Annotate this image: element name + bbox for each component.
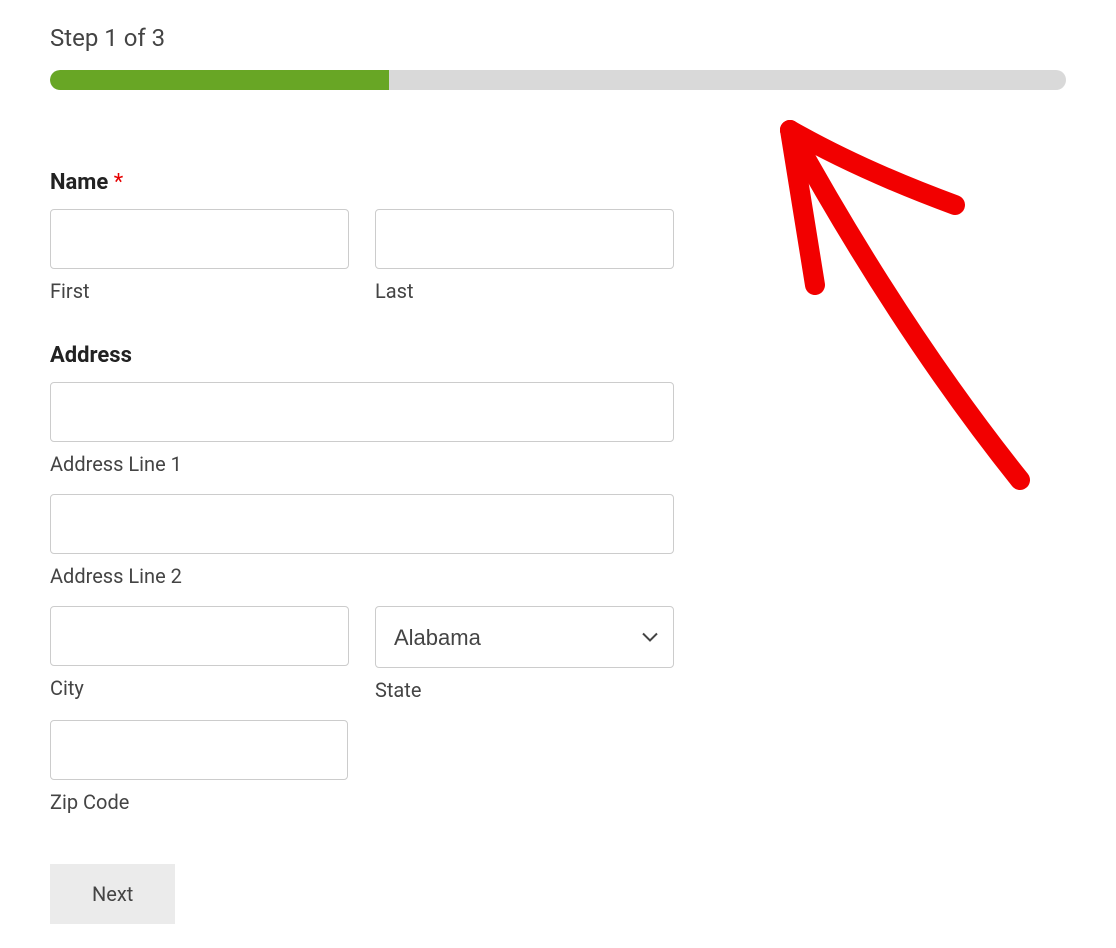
city-input[interactable]	[50, 606, 349, 666]
form-section: Name * First Last Address Address Line 1…	[50, 170, 674, 924]
address-line2-sublabel: Address Line 2	[50, 564, 674, 588]
first-name-sublabel: First	[50, 279, 349, 303]
progress-fill	[50, 70, 389, 90]
zip-sublabel: Zip Code	[50, 790, 348, 814]
last-name-sublabel: Last	[375, 279, 674, 303]
name-label-text: Name	[50, 170, 108, 195]
last-name-input[interactable]	[375, 209, 674, 269]
zip-input[interactable]	[50, 720, 348, 780]
annotation-arrow	[720, 110, 1080, 510]
progress-bar	[50, 70, 1066, 90]
address-line1-input[interactable]	[50, 382, 674, 442]
required-marker: *	[114, 170, 123, 195]
state-sublabel: State	[375, 678, 674, 702]
state-select[interactable]: Alabama	[375, 606, 674, 668]
address-line2-input[interactable]	[50, 494, 674, 554]
address-label: Address	[50, 343, 674, 368]
step-indicator: Step 1 of 3	[50, 24, 1066, 52]
name-label: Name *	[50, 170, 674, 195]
city-sublabel: City	[50, 676, 349, 700]
first-name-input[interactable]	[50, 209, 349, 269]
next-button[interactable]: Next	[50, 864, 175, 924]
address-line1-sublabel: Address Line 1	[50, 452, 674, 476]
